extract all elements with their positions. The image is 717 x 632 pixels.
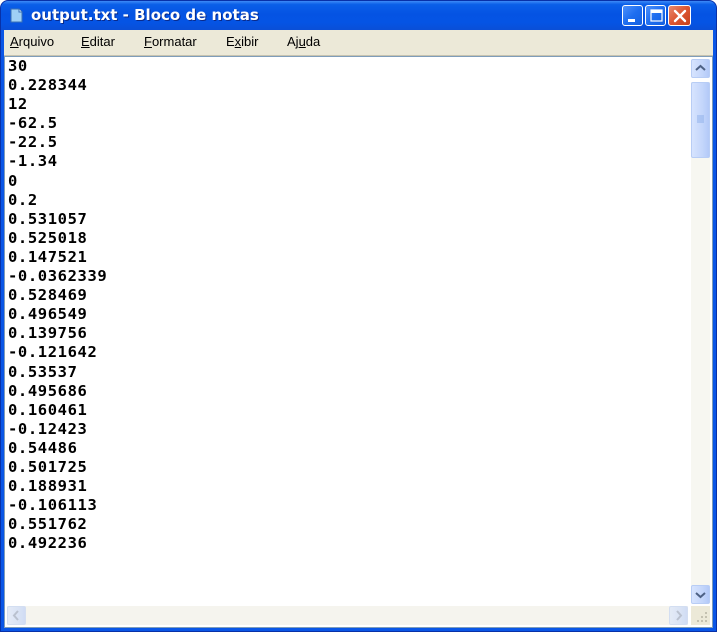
menu-editar[interactable]: Editar [81,34,115,49]
menu-bar: Arquivo Editar Formatar Exibir Ajuda [4,30,713,56]
resize-grip[interactable] [691,606,710,625]
window-title: output.txt - Bloco de notas [31,6,259,24]
text-line: 30 [8,57,28,75]
vertical-scroll-thumb[interactable] [691,82,710,158]
scroll-right-button[interactable] [669,606,688,625]
text-line: 0.54486 [8,438,78,457]
chevron-right-icon [676,610,683,621]
text-editor[interactable]: 30 0.228344 12 -62.5 -22.5 -1.34 0 0.2 0.531057 0… [4,56,713,628]
text-line: 0.495686 [8,381,88,400]
text-line: 0.531057 [8,209,88,228]
close-button[interactable] [668,5,691,26]
text-line: 0.551762 [8,515,88,534]
text-line: 0.188931 [8,477,88,496]
minimize-button[interactable] [622,5,643,26]
text-content[interactable]: 30 0.228344 12 -62.5 -22.5 -1.34 0 0.2 0.531057 0… [8,57,688,605]
text-line: 0.139756 [8,324,88,343]
text-line: -0.12423 [8,419,88,438]
menu-ajuda-label: Ajuda [287,34,321,49]
chevron-up-icon [695,64,706,71]
text-line: 0 [8,171,18,190]
text-line: 0.147521 [8,247,88,266]
close-icon [673,9,687,23]
horizontal-scrollbar-track[interactable] [7,606,688,625]
text-line: 0.2 [8,190,38,209]
minimize-icon [628,19,635,22]
scroll-left-button[interactable] [7,606,26,625]
text-line: 0.525018 [8,228,88,247]
chevron-down-icon [695,592,706,599]
text-line: 12 [8,95,28,114]
menu-ajuda[interactable]: Ajuda [287,34,320,49]
scroll-up-button[interactable] [691,59,710,78]
text-line: -0.121642 [8,343,98,362]
text-line: 0.528469 [8,286,88,305]
resize-grip-icon [697,612,707,622]
text-line: 0.228344 [8,76,88,95]
text-line: -1.34 [8,152,58,171]
text-line: 0.492236 [8,534,88,553]
title-bar[interactable]: output.txt - Bloco de notas [1,1,716,30]
grip-icon [697,115,704,123]
menu-exibir-label: Exibir [226,34,259,49]
notepad-window: output.txt - Bloco de notas Arquivo Edit… [0,0,717,632]
menu-editar-label: Editar [81,34,115,49]
text-line: 0.160461 [8,400,88,419]
notepad-icon [10,8,23,23]
maximize-icon [650,9,663,22]
text-line: -22.5 [8,133,58,152]
text-line: 0.496549 [8,305,88,324]
menu-formatar[interactable]: Formatar [144,34,197,49]
menu-formatar-label: Formatar [144,34,197,49]
text-line: -0.106113 [8,496,98,515]
menu-arquivo[interactable]: Arquivo [10,34,54,49]
scroll-down-button[interactable] [691,585,710,604]
vertical-scrollbar-track[interactable] [691,82,710,602]
text-line: -62.5 [8,114,58,133]
menu-exibir[interactable]: Exibir [226,34,259,49]
chevron-left-icon [12,610,19,621]
text-line: 0.53537 [8,362,78,381]
maximize-button[interactable] [645,5,666,26]
text-line: -0.0362339 [8,267,108,286]
menu-arquivo-label: Arquivo [10,34,55,49]
text-line: 0.501725 [8,457,88,476]
